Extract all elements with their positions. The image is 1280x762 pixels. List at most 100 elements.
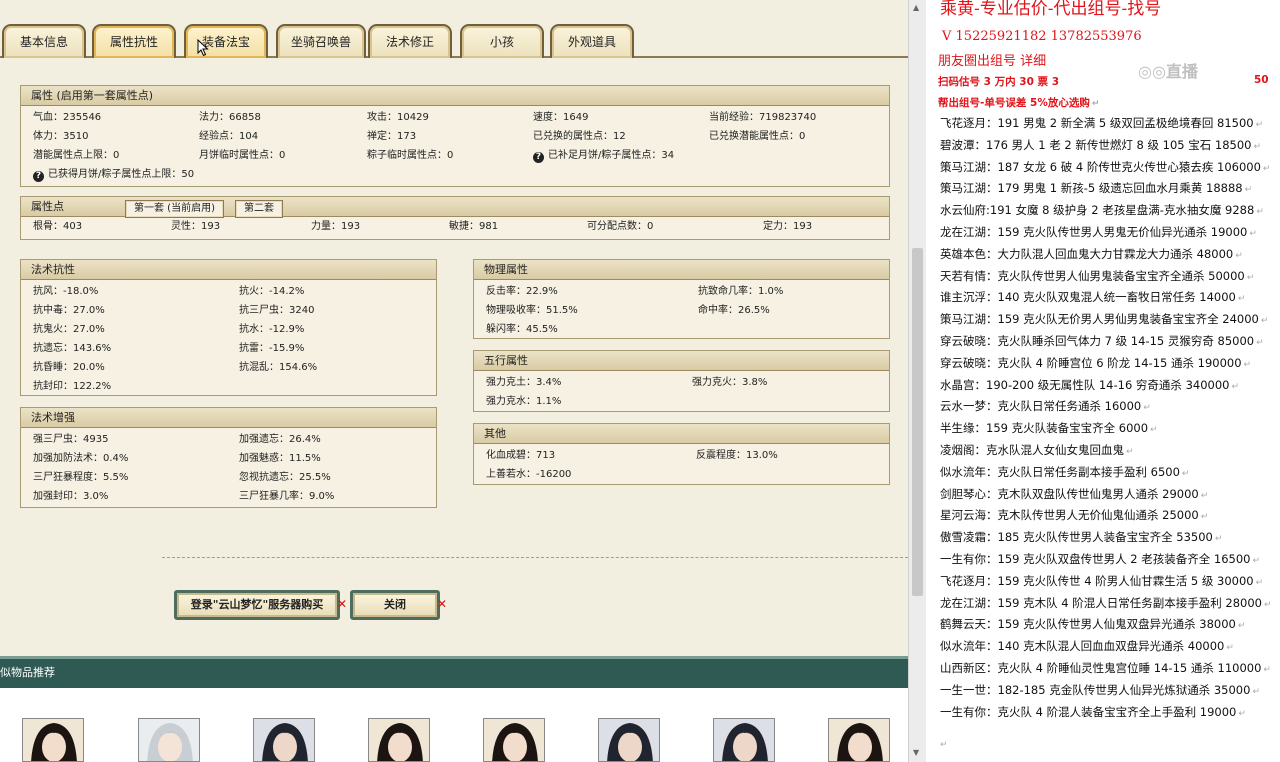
attribute-points-box: 属性点 第一套 (当前启用) 第二套 根骨：403 灵性：193 力量：193 … bbox=[20, 196, 890, 240]
listing-line: 龙在江湖：159 克火队传世男人男鬼无价仙异光通杀 19000 ↵ bbox=[940, 225, 1257, 239]
physical-item: 命中率：26.5% bbox=[698, 305, 770, 316]
tab-basic-info[interactable]: 基本信息 bbox=[2, 24, 86, 58]
tab-set-two[interactable]: 第二套 bbox=[235, 200, 283, 218]
stat-exchanged-points: 已兑换的属性点：12 bbox=[533, 131, 626, 142]
boost-item: 加强遗忘：26.4% bbox=[239, 434, 321, 445]
character-avatar[interactable] bbox=[138, 718, 200, 762]
resist-item: 抗中毒：27.0% bbox=[33, 305, 105, 316]
stat-zongzi-temp: 粽子临时属性点：0 bbox=[367, 150, 454, 161]
help-icon[interactable]: ? bbox=[33, 171, 44, 182]
physical-box: 物理属性 反击率：22.9% 抗致命几率：1.0% 物理吸收率：51.5% 命中率：… bbox=[473, 259, 890, 339]
physical-item: 躲闪率：45.5% bbox=[486, 324, 558, 335]
listing-line: 策马江湖：179 男鬼 1 新孩-5 级遗忘回血水月乘黄 18888 ↵ bbox=[940, 181, 1253, 196]
character-avatar[interactable] bbox=[368, 718, 430, 762]
listing-line: 水晶宫：190-200 级无属性队 14-16 穷奇通杀 340000 ↵ bbox=[940, 377, 1240, 392]
listing-line: 天若有情：克火队传世男人仙男鬼装备宝宝齐全通杀 50000 ↵ bbox=[940, 268, 1255, 283]
resist-item: 抗三尸虫：3240 bbox=[239, 305, 315, 316]
scroll-down-icon[interactable]: ▼ bbox=[913, 748, 919, 757]
paragraph-mark: ↵ bbox=[940, 740, 948, 750]
listing-line: 云水一梦：克火队日常任务通杀 16000 ↵ bbox=[940, 399, 1151, 414]
login-buy-button[interactable]: 登录"云山梦忆"服务器购买 bbox=[174, 590, 340, 620]
point-constitution: 根骨：403 bbox=[33, 221, 83, 232]
boost-item: 忽视抗遗忘：25.5% bbox=[239, 472, 331, 483]
character-avatar[interactable] bbox=[598, 718, 660, 762]
boost-item: 加强魅惑：11.5% bbox=[239, 453, 321, 464]
boost-item: 加强封印：3.0% bbox=[33, 491, 109, 502]
stat-speed: 速度：1649 bbox=[533, 112, 589, 123]
mouse-cursor-icon bbox=[197, 39, 209, 57]
resist-item: 抗水：-12.9% bbox=[239, 324, 305, 335]
scrollbar[interactable]: ▲ ▼ bbox=[908, 0, 926, 762]
listing-line: 剑胆琴心：克木队双盘队传世仙鬼男人通杀 29000 ↵ bbox=[940, 486, 1209, 501]
resist-item: 抗遗忘：143.6% bbox=[33, 343, 112, 354]
boost-item: 加强加防法术：0.4% bbox=[33, 453, 129, 464]
tab-bar: 基本信息 属性抗性 装备法宝 坐骑召唤兽 法术修正 小孩 外观道具 bbox=[0, 0, 908, 58]
character-avatar[interactable] bbox=[483, 718, 545, 762]
physical-item: 抗致命几率：1.0% bbox=[698, 286, 784, 297]
character-avatar[interactable] bbox=[828, 718, 890, 762]
physical-title: 物理属性 bbox=[474, 260, 889, 280]
character-avatar[interactable] bbox=[253, 718, 315, 762]
magic-resist-title: 法术抗性 bbox=[21, 260, 436, 280]
stat-hp: 气血：235546 bbox=[33, 112, 102, 123]
listing-line: 飞花逐月：191 男鬼 2 新全满 5 级双回孟极绝境春回 81500 ↵ bbox=[940, 116, 1264, 130]
stat-supplemented: ? 已补足月饼/粽子属性点：34 bbox=[533, 146, 674, 165]
stat-obtained-limit: ? 已获得月饼/粽子属性点上限：50 bbox=[33, 165, 194, 184]
document-line: 帮出组号-单号误差 5%放心选购 ↵ bbox=[938, 97, 1100, 109]
close-x-icon: ✕ bbox=[437, 597, 448, 611]
document-line: 扫码估号 3 万内 30 票 3 bbox=[938, 76, 1060, 88]
tab-child[interactable]: 小孩 bbox=[460, 24, 544, 58]
listing-line: 半生缘：159 克火队装备宝宝齐全 6000 ↵ bbox=[940, 421, 1158, 436]
other-item: 反震程度：13.0% bbox=[696, 450, 778, 461]
listing-line: 似水流年：140 克木队混人回血血双盘异光通杀 40000 ↵ bbox=[940, 639, 1234, 654]
stat-stamina: 体力：3510 bbox=[33, 131, 89, 142]
five-elements-title: 五行属性 bbox=[474, 351, 889, 371]
element-item: 强力克土：3.4% bbox=[486, 377, 562, 388]
recommend-title: 似物品推荐 bbox=[0, 666, 55, 679]
listing-line: 鹤舞云天：159 克火队传世男人仙鬼双盘异光通杀 38000 ↵ bbox=[940, 617, 1246, 632]
listing-line: 一生有你：159 克火队双盘传世男人 2 老孩装备齐全 16500 ↵ bbox=[940, 552, 1261, 566]
resist-item: 抗昏睡：20.0% bbox=[33, 362, 105, 373]
help-icon[interactable]: ? bbox=[533, 152, 544, 163]
stat-zen: 禅定：173 bbox=[367, 131, 417, 142]
character-avatar[interactable] bbox=[22, 718, 84, 762]
listing-line: 碧波潭：176 男人 1 老 2 新传世燃灯 8 级 105 宝石 18500 ↵ bbox=[940, 137, 1262, 152]
document-title: 乘黄-专业估价-代出组号-找号 bbox=[940, 0, 1162, 19]
stat-exchanged-potential: 已兑换潜能属性点：0 bbox=[709, 131, 806, 142]
listing-line: 穿云破晓：克火队 4 阶睡宫位 6 阶龙 14-15 通杀 190000 ↵ bbox=[940, 355, 1252, 370]
listing-line: 似水流年：克火队日常任务副本接手盈利 6500 ↵ bbox=[940, 464, 1190, 479]
scroll-thumb[interactable] bbox=[912, 248, 923, 596]
element-item: 强力克水：1.1% bbox=[486, 396, 562, 407]
resist-item: 抗鬼火：27.0% bbox=[33, 324, 105, 335]
listing-line: 一生一世：182-185 克金队传世男人仙异光炼狱通杀 35000 ↵ bbox=[940, 682, 1260, 697]
listing-line: 策马江湖：187 女龙 6 破 4 阶传世克火传世心猿去疾 106000 ↵ bbox=[940, 159, 1271, 174]
five-elements-box: 五行属性 强力克土：3.4% 强力克火：3.8% 强力克水：1.1% bbox=[473, 350, 890, 412]
listing-line: 水云仙府:191 女魔 8 级护身 2 老孩星盘满-克水抽女魔 9288 ↵ bbox=[940, 203, 1264, 218]
attributes-content: 属性 (启用第一套属性点) 气血：235546 法力：66858 攻击：1042… bbox=[0, 60, 908, 540]
stat-exp: 当前经验：719823740 bbox=[709, 112, 817, 123]
listing-line: 星河云海：克木队传世男人无价仙鬼仙通杀 25000 ↵ bbox=[940, 508, 1209, 523]
magic-boost-title: 法术增强 bbox=[21, 408, 436, 428]
document-line: 朋友圈出组号 详细 bbox=[938, 54, 1047, 69]
tab-magic-correction[interactable]: 法术修正 bbox=[368, 24, 452, 58]
scroll-up-icon[interactable]: ▲ bbox=[913, 3, 919, 12]
listing-line: 谁主沉浮：140 克火队双鬼混人统一畜牧日常任务 14000 ↵ bbox=[940, 290, 1246, 305]
recommend-bar: 似物品推荐 bbox=[0, 656, 908, 688]
point-endurance: 定力：193 bbox=[763, 221, 813, 232]
other-title: 其他 bbox=[474, 424, 889, 444]
boost-item: 三尸狂暴程度：5.5% bbox=[33, 472, 129, 483]
tab-mounts-pets[interactable]: 坐骑召唤兽 bbox=[276, 24, 366, 58]
close-button[interactable]: 关闭 bbox=[350, 590, 440, 620]
other-box: 其他 化血成碧：713 反震程度：13.0% 上善若水：-16200 bbox=[473, 423, 890, 485]
tab-set-one[interactable]: 第一套 (当前启用) bbox=[125, 200, 224, 218]
point-unassigned: 可分配点数：0 bbox=[587, 221, 654, 232]
physical-item: 反击率：22.9% bbox=[486, 286, 558, 297]
tab-attributes-resist[interactable]: 属性抗性 bbox=[92, 24, 176, 58]
boost-item: 强三尸虫：4935 bbox=[33, 434, 109, 445]
physical-item: 物理吸收率：51.5% bbox=[486, 305, 578, 316]
character-avatar[interactable] bbox=[713, 718, 775, 762]
tab-appearance-items[interactable]: 外观道具 bbox=[550, 24, 634, 58]
contact-phones: V 15225921182 13782553976 bbox=[942, 29, 1142, 44]
other-item: 化血成碧：713 bbox=[486, 450, 556, 461]
divider bbox=[162, 557, 908, 558]
